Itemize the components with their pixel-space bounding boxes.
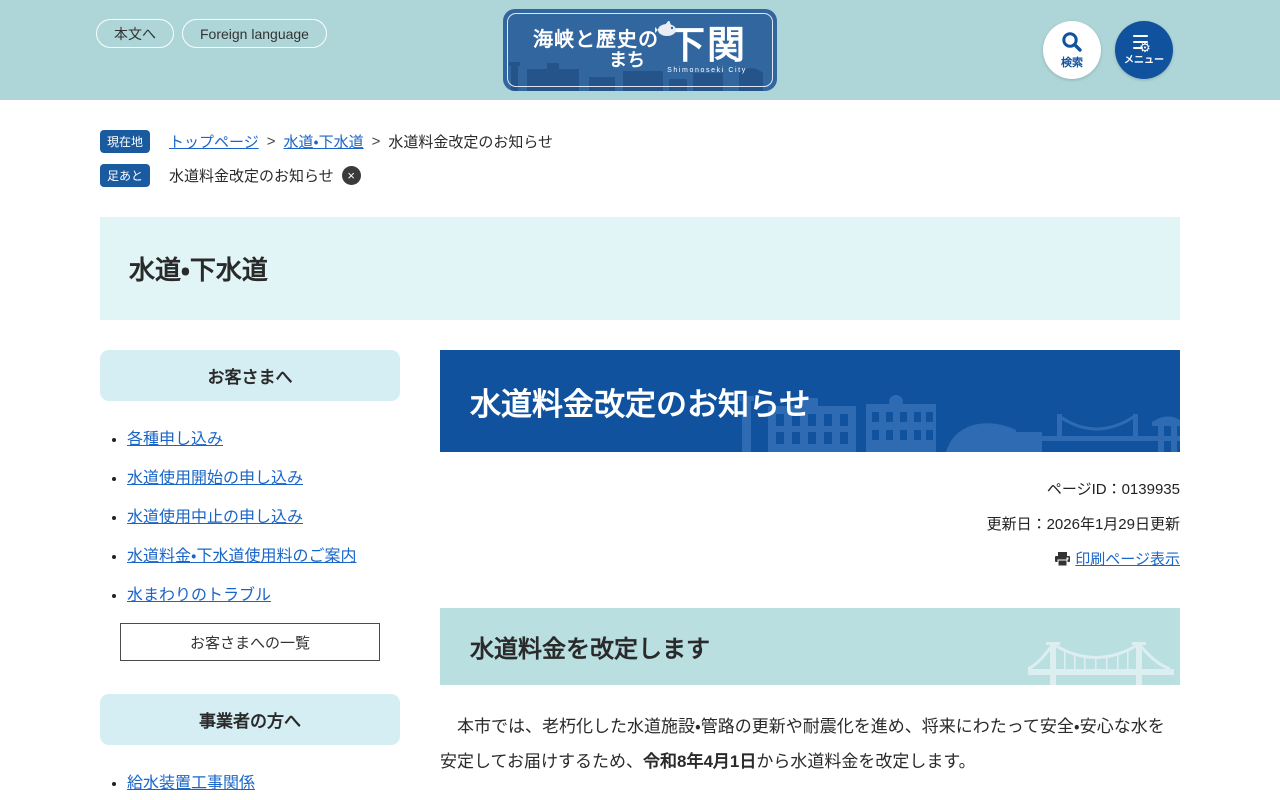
list-item: 水まわりのトラブル [127,581,400,605]
breadcrumb-separator: > [371,133,381,150]
sidebar: お客さまへ 各種申し込み 水道使用開始の申し込み 水道使用中止の申し込み 水道料… [100,350,400,800]
list-item: 給水装置工事関係 [127,769,400,793]
site-header: 本文へ Foreign language 海峡と歴史の まち 下関 Shimon… [0,0,1280,100]
page-title-banner: 水道料金改定のお知らせ [440,350,1180,452]
breadcrumb: 現在地 トップページ > 水道・下水道 > 水道料金改定のお知らせ 足あと 水道… [100,130,1180,187]
logo-line1: 海峡と歴史の [532,29,659,52]
page: 本文へ Foreign language 海峡と歴史の まち 下関 Shimon… [0,0,1280,800]
sidebar-link-rates-guide[interactable]: 水道料金・下水道使用料のご案内 [127,548,356,565]
search-button-label: 検索 [1061,56,1083,69]
breadcrumb-separator: > [266,133,276,150]
breadcrumb-link-top[interactable]: トップページ [169,131,259,152]
close-icon: × [347,168,356,183]
logo-subtitle: Shimonoseki City [667,66,747,74]
logo-line2: まち [608,50,645,71]
section-heading: 水道料金を改定します [470,636,710,663]
sidebar-customers-list-button[interactable]: お客さまへの一覧 [120,623,380,661]
printer-icon [1055,552,1071,566]
footprint-badge: 足あと [100,164,151,187]
paragraph-1: 本市では、老朽化した水道施設・管路の更新や耐震化を進め、将来にわたって安全・安心… [440,709,1180,779]
paragraph-1-text-end: から水道料金を改定します。 [756,752,976,771]
category-banner: 水道・下水道 [100,217,1180,320]
sidebar-link-stop-service[interactable]: 水道使用中止の申し込み [127,509,303,526]
fugu-fish-icon [654,20,676,36]
sidebar-link-applications[interactable]: 各種申し込み [127,431,223,448]
updated-date: 更新日：2026年1月29日更新 [986,516,1180,533]
breadcrumb-current-row: 現在地 トップページ > 水道・下水道 > 水道料金改定のお知らせ [100,130,1180,153]
breadcrumb-current-page: 水道料金改定のお知らせ [388,134,554,151]
section-heading-banner: 水道料金を改定します [440,608,1180,685]
sidebar-heading-customers: お客さまへ [100,350,400,401]
gear-icon: ⚙ [1139,39,1151,55]
effective-date: 令和8年4月1日 [642,752,757,771]
skip-to-content-button[interactable]: 本文へ [96,19,174,48]
main-content: 水道料金改定のお知らせ ページID：0139935 更新日：2026年1月29日… [440,350,1180,800]
footprint-close-button[interactable]: × [341,166,361,185]
article-body: 本市では、老朽化した水道施設・管路の更新や耐震化を進め、将来にわたって安全・安心… [440,709,1180,800]
header-utility-buttons: 本文へ Foreign language [96,19,327,48]
suspension-bridge-illustration [1027,642,1174,685]
sidebar-business-links: 給水装置工事関係 排水設備工事関係 [100,769,400,800]
sidebar-customer-links: 各種申し込み 水道使用開始の申し込み 水道使用中止の申し込み 水道料金・下水道使… [100,425,400,605]
print-page-link[interactable]: 印刷ページ表示 [1075,551,1180,568]
menu-button[interactable]: ⚙ メニュー [1115,21,1173,79]
logo-text: 海峡と歴史の まち 下関 Shimonoseki City [503,9,777,91]
sidebar-heading-business: 事業者の方へ [100,694,400,745]
sidebar-link-water-trouble[interactable]: 水まわりのトラブル [127,587,271,604]
list-item: 水道使用中止の申し込み [127,503,400,527]
sidebar-link-water-supply-works[interactable]: 給水装置工事関係 [127,775,255,792]
breadcrumb-link-suido[interactable]: 水道・下水道 [283,131,363,152]
footprint-row: 足あと 水道料金改定のお知らせ × [100,164,1180,187]
page-meta: ページID：0139935 更新日：2026年1月29日更新 印刷ページ表示 [440,478,1180,569]
menu-icon: ⚙ [1133,34,1155,54]
page-title: 水道料金改定のお知らせ [470,386,811,422]
category-title: 水道・下水道 [129,255,268,285]
page-id: ページID：0139935 [1046,481,1180,498]
list-item: 各種申し込み [127,425,400,449]
footprint-item: 水道料金改定のお知らせ [169,168,334,185]
list-item: 水道料金・下水道使用料のご案内 [127,542,400,566]
sidebar-link-start-service[interactable]: 水道使用開始の申し込み [127,470,303,487]
search-icon [1062,31,1082,52]
site-logo[interactable]: 海峡と歴史の まち 下関 Shimonoseki City [503,9,777,91]
current-location-badge: 現在地 [100,130,151,153]
list-item: 水道使用開始の申し込み [127,464,400,488]
search-button[interactable]: 検索 [1043,21,1101,79]
foreign-language-button[interactable]: Foreign language [182,19,327,48]
